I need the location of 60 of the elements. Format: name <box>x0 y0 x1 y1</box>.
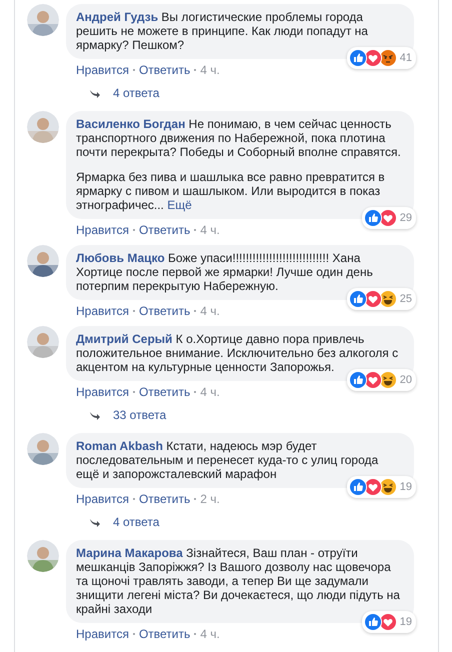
reply-arrow-icon <box>89 517 101 527</box>
like-link[interactable]: Нравится <box>76 627 129 641</box>
reaction-count: 20 <box>400 373 412 387</box>
separator-dot <box>132 310 135 312</box>
reply-link[interactable]: Ответить <box>138 627 190 641</box>
reply-link[interactable]: Ответить <box>138 223 190 237</box>
separator-dot <box>132 498 135 500</box>
reply-arrow-icon <box>89 410 101 420</box>
view-replies-link[interactable]: 33 ответа <box>113 408 166 422</box>
thumbs-up-icon <box>350 50 366 66</box>
reaction-count: 29 <box>400 211 412 225</box>
comment-time: 4 ч. <box>200 627 220 641</box>
author-link[interactable]: Дмитрий Серый <box>76 332 172 346</box>
reaction-count: 19 <box>400 615 412 629</box>
comment-time: 4 ч. <box>200 223 220 237</box>
reply-link[interactable]: Ответить <box>138 385 190 399</box>
like-link[interactable]: Нравится <box>76 223 129 237</box>
thumbs-up-icon <box>350 479 366 495</box>
thumbs-up-icon <box>364 210 381 226</box>
reply-link[interactable]: Ответить <box>138 63 190 77</box>
author-link[interactable]: Марина Макарова <box>76 546 183 560</box>
thumbs-up-icon <box>350 291 366 307</box>
separator-dot <box>194 310 196 312</box>
author-link[interactable]: Василенко Богдан <box>76 117 186 131</box>
like-link[interactable]: Нравится <box>76 385 129 399</box>
laughing-face-icon <box>380 291 396 307</box>
author-link[interactable]: Любовь Мацко <box>76 251 165 265</box>
comment-time: 4 ч. <box>200 304 220 318</box>
view-replies-link[interactable]: 4 ответа <box>113 515 160 529</box>
separator-dot <box>194 391 196 393</box>
thumbs-up-icon <box>364 614 381 630</box>
reaction-count: 41 <box>400 51 412 65</box>
separator-dot <box>194 69 196 71</box>
reply-link[interactable]: Ответить <box>138 492 190 506</box>
comment-time: 4 ч. <box>200 63 220 77</box>
laughing-face-icon <box>380 479 396 495</box>
comment-time: 4 ч. <box>200 385 220 399</box>
comment-text: Василенко Богдан Не понимаю, в чем сейчас ценность транспортного движения по Набережной, пока плотина почти перекрыта? Победы и Соборный вполне справятся. <box>76 117 402 159</box>
reaction-count: 19 <box>400 480 412 494</box>
reply-arrow-icon <box>89 88 101 98</box>
separator-dot <box>132 633 135 635</box>
separator-dot <box>194 229 196 231</box>
author-link[interactable]: Roman Akbash <box>76 439 163 453</box>
separator-dot <box>194 633 196 635</box>
see-more-link[interactable]: Ещё <box>164 198 192 212</box>
angry-face-icon <box>380 50 396 66</box>
thumbs-up-icon <box>350 372 366 388</box>
separator-dot <box>132 391 135 393</box>
separator-dot <box>132 69 135 71</box>
comment-time: 2 ч. <box>200 492 220 506</box>
reply-link[interactable]: Ответить <box>138 304 190 318</box>
separator-dot <box>194 498 196 500</box>
view-replies-link[interactable]: 4 ответа <box>113 86 160 100</box>
separator-dot <box>132 229 135 231</box>
author-link[interactable]: Андрей Гудзь <box>76 10 158 24</box>
laughing-face-icon <box>380 372 396 388</box>
like-link[interactable]: Нравится <box>76 304 129 318</box>
like-link[interactable]: Нравится <box>76 63 129 77</box>
reaction-count: 25 <box>400 292 412 306</box>
like-link[interactable]: Нравится <box>76 492 129 506</box>
